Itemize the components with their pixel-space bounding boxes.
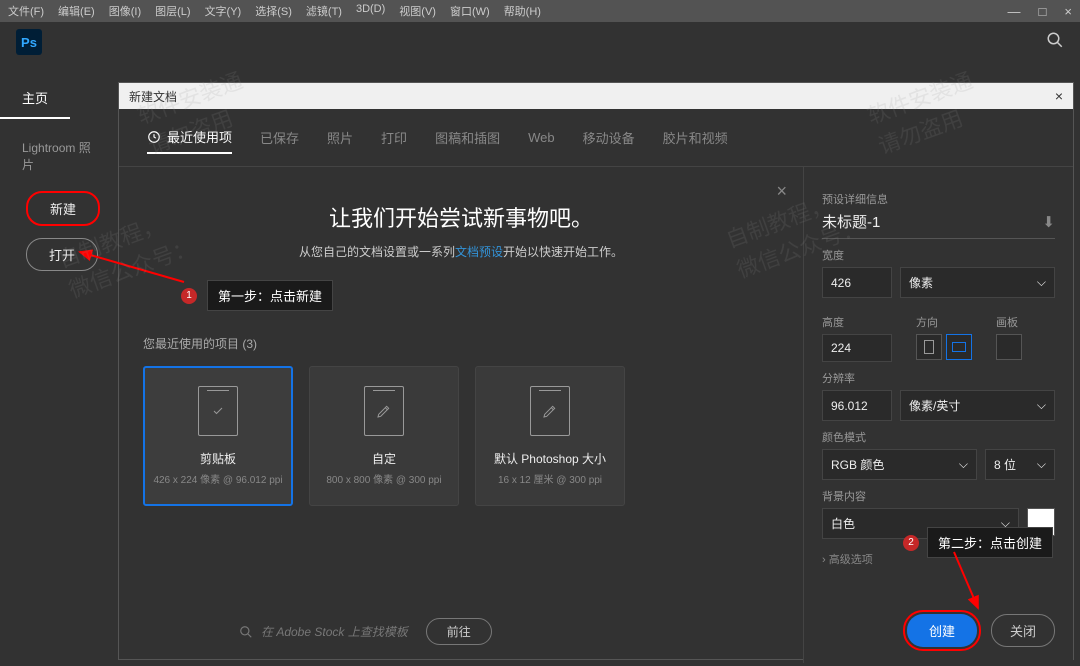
artboard-checkbox[interactable]	[996, 334, 1022, 360]
menu-layer[interactable]: 图层(L)	[155, 3, 190, 19]
bit-depth-select[interactable]: 8 位⌵	[985, 449, 1055, 480]
step1-badge: 1	[181, 288, 197, 304]
welcome-title: 让我们开始尝试新事物吧。	[143, 201, 779, 233]
menu-help[interactable]: 帮助(H)	[504, 3, 541, 19]
minimize-icon[interactable]: —	[1008, 4, 1021, 19]
panel-title: 预设详细信息	[822, 191, 1055, 207]
menu-file[interactable]: 文件(F)	[8, 3, 44, 19]
height-input[interactable]	[822, 334, 892, 362]
preset-clipboard[interactable]: 剪贴板 426 x 224 像素 @ 96.012 ppi	[143, 366, 293, 506]
go-button[interactable]: 前往	[426, 618, 492, 645]
tab-saved[interactable]: 已保存	[260, 122, 299, 153]
doc-preset-link[interactable]: 文档预设	[455, 245, 503, 259]
welcome-subtitle: 从您自己的文档设置或一系列文档预设开始以快速开始工作。	[143, 243, 779, 260]
maximize-icon[interactable]: □	[1039, 4, 1047, 19]
recent-items-label: 您最近使用的项目 (3)	[143, 335, 779, 352]
menu-select[interactable]: 选择(S)	[255, 3, 292, 19]
width-unit-select[interactable]: 像素⌵	[900, 267, 1055, 298]
save-preset-icon[interactable]: ⬇	[1042, 213, 1055, 231]
width-input[interactable]	[822, 267, 892, 298]
preset-custom[interactable]: 自定 800 x 800 像素 @ 300 ppi	[309, 366, 459, 506]
menu-filter[interactable]: 滤镜(T)	[306, 3, 342, 19]
toolbar: Ps	[0, 22, 1080, 62]
step2-badge: 2	[903, 535, 919, 551]
doc-name-input[interactable]: 未标题-1	[822, 211, 880, 232]
menu-view[interactable]: 视图(V)	[399, 3, 436, 19]
menu-window[interactable]: 窗口(W)	[450, 3, 490, 19]
resolution-input[interactable]	[822, 390, 892, 421]
create-button[interactable]: 创建	[907, 614, 977, 647]
tab-photo[interactable]: 照片	[327, 122, 353, 153]
preset-default[interactable]: 默认 Photoshop 大小 16 x 12 厘米 @ 300 ppi	[475, 366, 625, 506]
orient-landscape[interactable]	[946, 334, 972, 360]
tab-web[interactable]: Web	[528, 124, 555, 151]
tab-art[interactable]: 图稿和插图	[435, 122, 500, 153]
step2-text: 第二步：点击创建	[927, 527, 1053, 558]
new-document-dialog: 新建文档 × 最近使用项 已保存 照片 打印 图稿和插图 Web 移动设备 胶片…	[118, 82, 1074, 660]
menubar: 文件(F) 编辑(E) 图像(I) 图层(L) 文字(Y) 选择(S) 滤镜(T…	[0, 0, 1080, 22]
dialog-close-icon[interactable]: ×	[1055, 88, 1063, 104]
document-icon	[530, 386, 570, 436]
close-window-icon[interactable]: ×	[1064, 4, 1072, 19]
welcome-close-icon[interactable]: ×	[776, 181, 787, 202]
open-button[interactable]: 打开	[26, 238, 98, 271]
menu-3d[interactable]: 3D(D)	[356, 3, 385, 19]
tab-recent[interactable]: 最近使用项	[147, 121, 232, 154]
home-sidebar: 主页 Lightroom 照片 新建 打开	[0, 62, 116, 666]
step1-text: 第一步：点击新建	[207, 280, 333, 311]
tab-film[interactable]: 胶片和视频	[663, 122, 728, 153]
menu-image[interactable]: 图像(I)	[109, 3, 141, 19]
document-icon	[198, 386, 238, 436]
orient-portrait[interactable]	[916, 334, 942, 360]
lightroom-photos-link[interactable]: Lightroom 照片	[0, 139, 116, 173]
menu-type[interactable]: 文字(Y)	[205, 3, 242, 19]
color-mode-select[interactable]: RGB 颜色⌵	[822, 449, 977, 480]
close-button[interactable]: 关闭	[991, 614, 1055, 647]
tab-print[interactable]: 打印	[381, 122, 407, 153]
new-button[interactable]: 新建	[26, 191, 100, 226]
photoshop-logo: Ps	[16, 29, 42, 55]
resolution-unit-select[interactable]: 像素/英寸⌵	[900, 390, 1055, 421]
dialog-title: 新建文档	[129, 88, 177, 105]
preset-settings-panel: 预设详细信息 未标题-1 ⬇ 宽度 像素⌵ 高度 方向	[803, 167, 1073, 663]
stock-search-input[interactable]: 在 Adobe Stock 上查找模板	[239, 623, 408, 640]
tab-mobile[interactable]: 移动设备	[583, 122, 635, 153]
search-icon[interactable]	[1046, 31, 1064, 54]
menu-edit[interactable]: 编辑(E)	[58, 3, 95, 19]
document-icon	[364, 386, 404, 436]
home-tab[interactable]: 主页	[0, 78, 70, 119]
